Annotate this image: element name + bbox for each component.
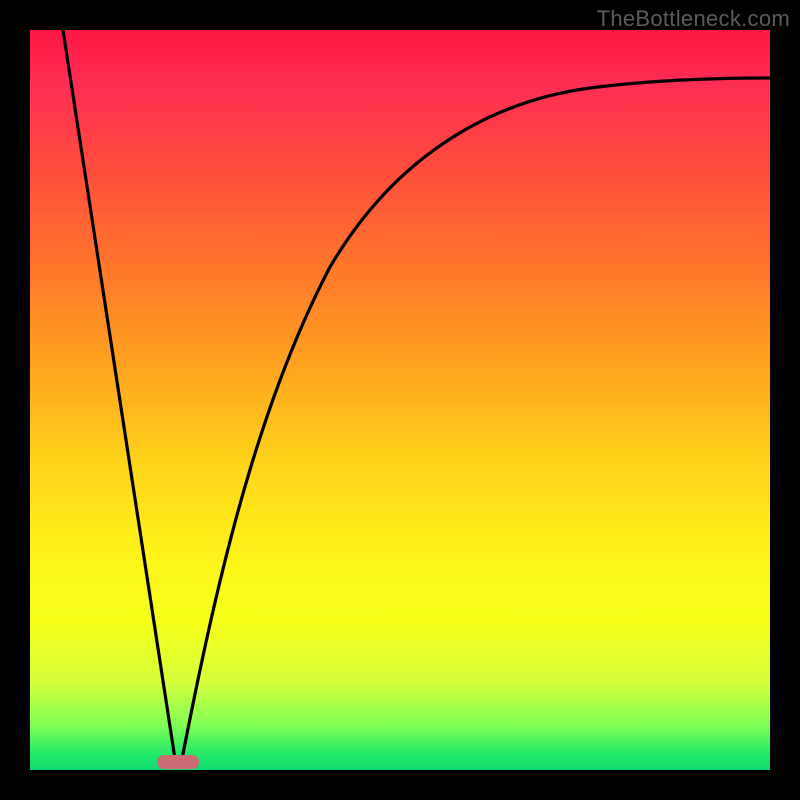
optimal-marker (157, 755, 199, 769)
watermark-text: TheBottleneck.com (597, 6, 790, 32)
plot-area (30, 30, 770, 770)
curve-right-branch (182, 78, 770, 759)
chart-frame: TheBottleneck.com (0, 0, 800, 800)
bottleneck-curve (30, 30, 770, 770)
curve-left-branch (63, 30, 175, 759)
